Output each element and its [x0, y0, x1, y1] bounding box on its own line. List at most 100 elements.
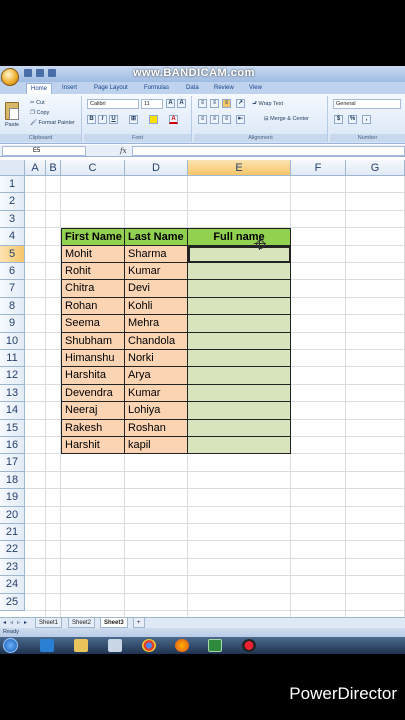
full-name-cell[interactable] [188, 245, 291, 263]
last-name-cell[interactable]: kapil [125, 437, 188, 455]
row-header-19[interactable]: 19 [0, 489, 25, 507]
bold-icon[interactable]: B [87, 115, 96, 124]
row-header-5[interactable]: 5 [0, 245, 25, 263]
insert-sheet-icon[interactable]: + [133, 618, 145, 628]
tab-view[interactable]: View [245, 83, 266, 94]
first-name-cell[interactable]: Himanshu [61, 350, 125, 368]
full-name-cell[interactable] [188, 419, 291, 437]
orientation-icon[interactable]: ↗ [236, 99, 245, 108]
first-name-cell[interactable]: Chitra [61, 280, 125, 298]
paste-icon[interactable] [5, 102, 19, 120]
full-name-cell[interactable] [188, 367, 291, 385]
bandicam-taskbar-icon[interactable] [242, 639, 256, 652]
header-full-name[interactable]: Full name [188, 228, 291, 246]
font-name-select[interactable]: Calibri [87, 99, 139, 109]
row-header-14[interactable]: 14 [0, 402, 25, 420]
cut-button[interactable]: ✂ Cut [30, 100, 45, 106]
first-name-cell[interactable]: Devendra [61, 384, 125, 403]
currency-button[interactable]: $ [334, 115, 343, 124]
first-name-cell[interactable]: Seema [61, 315, 125, 333]
last-name-cell[interactable]: Sharma [125, 245, 188, 263]
row-header-4[interactable]: 4 [0, 228, 25, 246]
first-name-cell[interactable]: Harshita [61, 367, 125, 385]
font-size-select[interactable]: 11 [141, 99, 163, 109]
first-name-cell[interactable]: Mohit [61, 245, 125, 263]
column-header-e[interactable]: E [188, 160, 291, 176]
select-all-corner[interactable] [0, 160, 25, 176]
tab-home[interactable]: Home [26, 83, 53, 94]
row-header-1[interactable]: 1 [0, 176, 25, 194]
row-header-15[interactable]: 15 [0, 419, 25, 437]
worksheet-grid[interactable]: A B C D E F G 1 2 3 4 5 6 7 8 9 10 11 12 13 14 15 16 17 18 19 20 21… [0, 160, 405, 617]
full-name-cell[interactable] [188, 315, 291, 333]
first-name-cell[interactable]: Harshit [61, 437, 125, 455]
header-last-name[interactable]: Last Name [125, 228, 188, 246]
row-header-13[interactable]: 13 [0, 384, 25, 403]
file-explorer-icon[interactable] [74, 639, 88, 652]
comma-style-icon[interactable]: , [362, 115, 371, 124]
chrome-icon[interactable] [142, 639, 156, 652]
formula-input[interactable] [132, 146, 405, 156]
sheet-nav-prev-icon[interactable]: ◃ [10, 619, 13, 626]
wrap-text-button[interactable]: ⮐ Wrap Text [252, 100, 283, 109]
last-name-cell[interactable]: Kohli [125, 297, 188, 316]
row-header-12[interactable]: 12 [0, 367, 25, 385]
full-name-cell[interactable] [188, 297, 291, 316]
full-name-cell[interactable] [188, 437, 291, 455]
insert-function-button[interactable]: fx [120, 145, 127, 157]
column-header-c[interactable]: C [61, 160, 125, 176]
align-middle-icon[interactable]: ≡ [210, 99, 219, 108]
column-header-d[interactable]: D [125, 160, 188, 176]
tab-review[interactable]: Review [210, 83, 238, 94]
first-name-cell[interactable]: Neeraj [61, 402, 125, 420]
align-top-icon[interactable]: ≡ [198, 99, 207, 108]
save-icon[interactable] [24, 69, 32, 77]
full-name-cell[interactable] [188, 402, 291, 420]
row-header-10[interactable]: 10 [0, 332, 25, 350]
media-player-icon[interactable] [108, 639, 122, 652]
row-header-2[interactable]: 2 [0, 193, 25, 211]
sheet-tab-sheet3[interactable]: Sheet3 [100, 618, 128, 628]
sheet-nav-next-icon[interactable]: ▹ [17, 619, 20, 626]
row-header-7[interactable]: 7 [0, 280, 25, 298]
row-header-8[interactable]: 8 [0, 297, 25, 316]
row-header-3[interactable]: 3 [0, 210, 25, 229]
font-color-icon[interactable]: A [169, 115, 178, 124]
underline-icon[interactable]: U [109, 115, 118, 124]
last-name-cell[interactable]: Norki [125, 350, 188, 368]
row-header-23[interactable]: 23 [0, 558, 25, 577]
sheet-tab-sheet2[interactable]: Sheet2 [68, 618, 96, 628]
name-box[interactable]: E5 [2, 146, 86, 156]
percent-button[interactable]: % [348, 115, 357, 124]
full-name-cell[interactable] [188, 263, 291, 281]
excel-taskbar-icon[interactable] [208, 639, 222, 652]
last-name-cell[interactable]: Arya [125, 367, 188, 385]
redo-icon[interactable] [48, 69, 56, 77]
align-center-icon[interactable]: ≡ [210, 115, 219, 124]
shrink-font-icon[interactable]: A [177, 99, 186, 108]
row-header-24[interactable]: 24 [0, 576, 25, 594]
row-header-22[interactable]: 22 [0, 541, 25, 559]
last-name-cell[interactable]: Kumar [125, 263, 188, 281]
italic-icon[interactable]: I [98, 115, 107, 124]
first-name-cell[interactable]: Shubham [61, 332, 125, 350]
last-name-cell[interactable]: Lohiya [125, 402, 188, 420]
format-painter-button[interactable]: 🖌 Format Painter [30, 120, 75, 126]
align-right-icon[interactable]: ≡ [222, 115, 231, 124]
merge-center-button[interactable]: ⊟ Merge & Center [264, 116, 309, 122]
full-name-cell[interactable] [188, 384, 291, 403]
row-header-21[interactable]: 21 [0, 524, 25, 542]
sheet-nav-last-icon[interactable]: ▸ [24, 619, 27, 626]
row-header-6[interactable]: 6 [0, 263, 25, 281]
borders-icon[interactable]: ⊞ [129, 115, 138, 124]
undo-icon[interactable] [36, 69, 44, 77]
row-header-11[interactable]: 11 [0, 350, 25, 368]
fill-color-icon[interactable] [149, 115, 158, 124]
column-header-b[interactable]: B [46, 160, 61, 176]
row-header-18[interactable]: 18 [0, 471, 25, 490]
start-button-icon[interactable] [3, 638, 18, 653]
first-name-cell[interactable]: Rohan [61, 297, 125, 316]
firefox-icon[interactable] [175, 639, 189, 652]
number-format-select[interactable]: General [333, 99, 401, 109]
header-first-name[interactable]: First Name [61, 228, 125, 246]
